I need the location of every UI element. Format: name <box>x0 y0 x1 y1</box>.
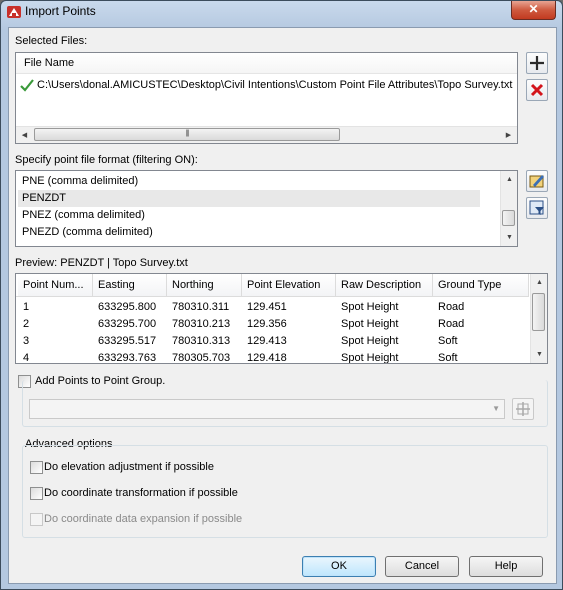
table-cell: Spot Height <box>341 352 399 364</box>
format-item-label: PNE (comma delimited) <box>22 175 139 187</box>
table-cell: 780310.213 <box>172 318 231 330</box>
ok-button[interactable]: OK <box>302 556 376 577</box>
table-cell: 633295.800 <box>98 301 157 313</box>
table-cell: Spot Height <box>341 301 399 313</box>
format-list[interactable]: PNE (comma delimited) PENZDT PNEZ (comma… <box>15 170 518 247</box>
column-header[interactable]: Ground Type <box>433 274 529 296</box>
column-header[interactable]: Raw Description <box>336 274 433 296</box>
coordinate-transformation-checkbox[interactable] <box>30 487 43 500</box>
files-horizontal-scrollbar[interactable]: ◀ ||| ▶ <box>16 126 517 143</box>
table-cell: 780310.311 <box>172 301 230 313</box>
filter-icon <box>529 200 544 215</box>
close-button[interactable]: ✕ <box>511 1 556 20</box>
point-group-icon <box>516 402 530 416</box>
selected-files-list[interactable]: File Name C:\Users\donal.AMICUSTEC\Deskt… <box>15 52 518 144</box>
file-name-header-label: File Name <box>24 57 75 69</box>
table-row[interactable]: 2 633295.700 780310.213 129.356 Spot Hei… <box>16 316 529 333</box>
table-cell: 633295.517 <box>98 335 157 347</box>
elevation-adjustment-checkbox[interactable] <box>30 461 43 474</box>
format-item-label: PNEZ (comma delimited) <box>22 209 145 221</box>
plus-icon <box>530 56 544 70</box>
format-vertical-scrollbar[interactable]: ▲ ▼ <box>500 171 517 246</box>
scroll-down-icon[interactable]: ▼ <box>531 346 547 363</box>
file-name-header[interactable]: File Name <box>16 53 517 74</box>
add-file-button[interactable] <box>526 52 548 74</box>
format-item[interactable]: PNEZD (comma delimited) <box>18 224 502 241</box>
red-x-icon <box>530 83 544 97</box>
column-header[interactable]: Point Elevation <box>242 274 336 296</box>
table-cell: 633295.700 <box>98 318 157 330</box>
preview-scroll-thumb[interactable] <box>532 293 545 331</box>
format-item-label: PENZDT <box>22 192 66 204</box>
chevron-down-icon: ▼ <box>492 404 500 413</box>
help-button[interactable]: Help <box>469 556 543 577</box>
autocad-red-icon <box>7 6 21 18</box>
preview-label: Preview: PENZDT | Topo Survey.txt <box>15 257 188 269</box>
table-cell: 780310.313 <box>172 335 231 347</box>
table-cell: 633293.763 <box>98 352 157 364</box>
filter-button[interactable] <box>526 197 548 219</box>
format-item-selected[interactable]: PENZDT <box>18 190 480 207</box>
format-item[interactable]: PNE (comma delimited) <box>18 173 502 190</box>
preview-table[interactable]: Point Num... Easting Northing Point Elev… <box>15 273 548 364</box>
coordinate-expansion-checkbox <box>30 513 43 526</box>
point-group-combo[interactable]: ▼ <box>29 399 505 419</box>
table-row[interactable]: 4 633293.763 780305.703 129.418 Spot Hei… <box>16 350 529 364</box>
file-path: C:\Users\donal.AMICUSTEC\Desktop\Civil I… <box>37 79 513 91</box>
table-cell: Road <box>438 301 465 313</box>
import-points-dialog: Import Points ✕ Selected Files: File Nam… <box>0 0 563 590</box>
green-checkmark-icon <box>20 79 34 92</box>
column-header[interactable]: Northing <box>167 274 242 296</box>
table-cell: 1 <box>23 301 30 313</box>
column-header[interactable]: Point Num... <box>18 274 93 296</box>
title-bar[interactable]: Import Points ✕ <box>1 1 562 23</box>
table-row[interactable]: 3 633295.517 780310.313 129.413 Spot Hei… <box>16 333 529 350</box>
dialog-body: Selected Files: File Name C:\Users\donal… <box>8 27 557 584</box>
table-cell: 129.418 <box>247 352 287 364</box>
edit-format-button[interactable] <box>526 170 548 192</box>
preview-header: Point Num... Easting Northing Point Elev… <box>16 274 529 297</box>
coordinate-expansion-label: Do coordinate data expansion if possible <box>44 513 243 525</box>
scroll-up-icon[interactable]: ▲ <box>531 274 547 291</box>
column-header[interactable]: Easting <box>93 274 167 296</box>
window-title: Import Points <box>25 4 96 18</box>
files-scroll-thumb[interactable]: ||| <box>34 128 340 141</box>
table-row[interactable]: 1 633295.800 780310.311 129.451 Spot Hei… <box>16 299 529 316</box>
edit-format-icon <box>529 175 544 188</box>
scroll-down-icon[interactable]: ▼ <box>501 229 518 246</box>
create-point-group-button[interactable] <box>512 398 534 420</box>
selected-files-label: Selected Files: <box>15 35 88 47</box>
table-cell: Soft <box>438 352 458 364</box>
close-icon: ✕ <box>528 2 539 16</box>
elevation-adjustment-label: Do elevation adjustment if possible <box>44 461 214 473</box>
table-cell: 2 <box>23 318 30 330</box>
format-scroll-thumb[interactable] <box>502 210 515 226</box>
table-cell: Road <box>438 318 465 330</box>
preview-vertical-scrollbar[interactable]: ▲ ▼ <box>530 274 547 363</box>
table-cell: 780305.703 <box>172 352 231 364</box>
remove-file-button[interactable] <box>526 79 548 101</box>
scroll-up-icon[interactable]: ▲ <box>501 171 518 188</box>
format-item[interactable]: PNEZ (comma delimited) <box>18 207 502 224</box>
scroll-left-icon[interactable]: ◀ <box>16 127 33 144</box>
table-cell: Spot Height <box>341 335 399 347</box>
scroll-right-icon[interactable]: ▶ <box>500 127 517 144</box>
table-cell: 129.356 <box>247 318 287 330</box>
table-cell: 4 <box>23 352 30 364</box>
format-item-label: PNEZD (comma delimited) <box>22 226 153 238</box>
cancel-button[interactable]: Cancel <box>385 556 459 577</box>
table-cell: Soft <box>438 335 458 347</box>
table-cell: 129.413 <box>247 335 287 347</box>
format-label: Specify point file format (filtering ON)… <box>15 154 198 166</box>
table-cell: Spot Height <box>341 318 399 330</box>
table-cell: 3 <box>23 335 30 347</box>
coordinate-transformation-label: Do coordinate transformation if possible <box>44 487 238 499</box>
table-cell: 129.451 <box>247 301 287 313</box>
